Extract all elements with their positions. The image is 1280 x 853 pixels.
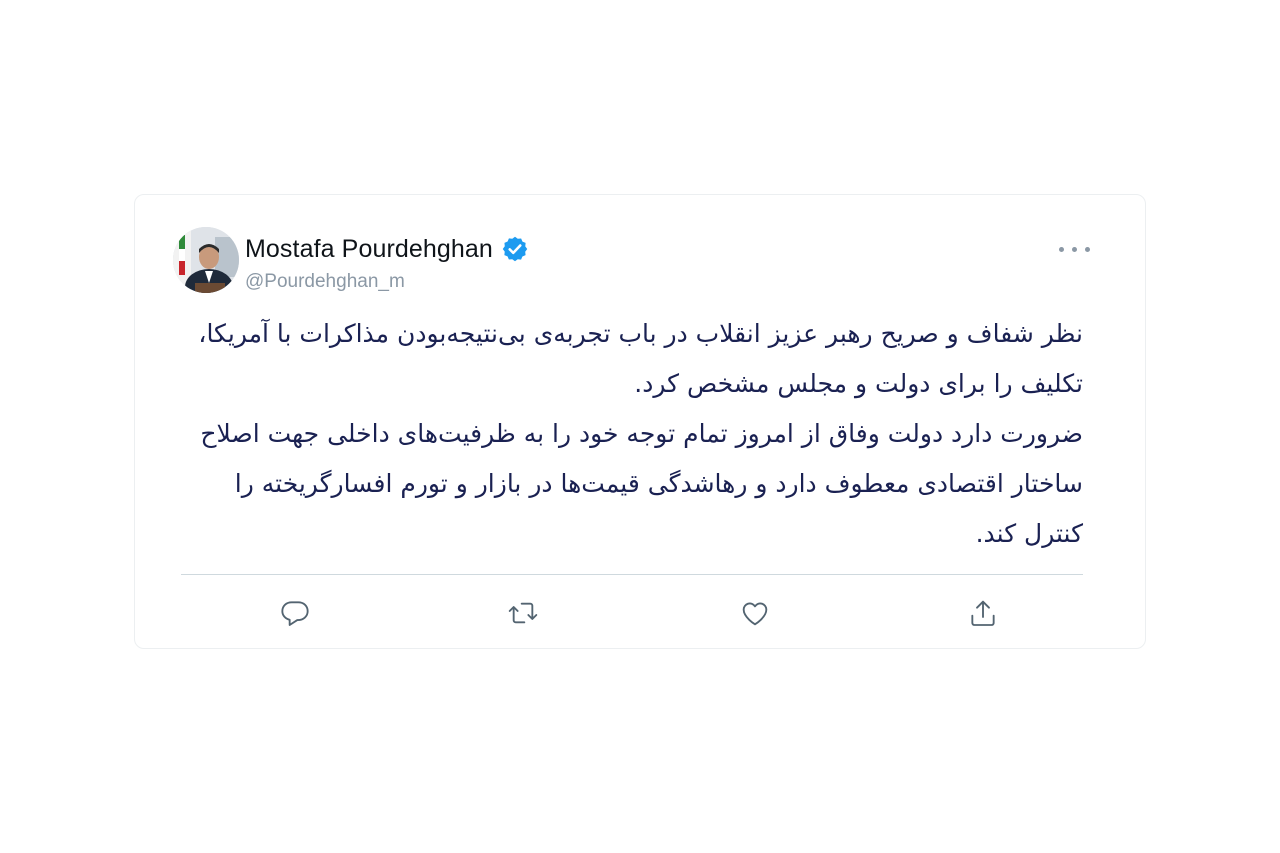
dot — [1059, 247, 1064, 252]
tweet-paragraph: نظر شفاف و صریح رهبر عزیز انقلاب در باب … — [198, 319, 1083, 398]
handle[interactable]: @Pourdehghan_m — [245, 271, 529, 293]
action-bar — [181, 593, 1083, 633]
author-names: Mostafa Pourdehghan @Pourdehghan_m — [245, 233, 529, 293]
retweet-icon — [508, 602, 538, 624]
verified-badge-icon — [501, 235, 529, 263]
heart-icon — [742, 602, 768, 626]
retweet-button[interactable] — [503, 593, 543, 633]
tweet-text: نظر شفاف و صریح رهبر عزیز انقلاب در باب … — [181, 309, 1083, 559]
comment-icon — [281, 601, 309, 626]
share-icon — [971, 600, 995, 626]
more-options-icon[interactable] — [1055, 237, 1095, 261]
divider — [181, 574, 1083, 575]
display-name[interactable]: Mostafa Pourdehghan — [245, 235, 493, 264]
like-button[interactable] — [735, 593, 775, 633]
dot — [1085, 247, 1090, 252]
tweet-card[interactable]: Mostafa Pourdehghan @Pourdehghan_m نظر ش… — [134, 194, 1146, 649]
avatar[interactable] — [173, 227, 239, 293]
dot — [1072, 247, 1077, 252]
share-button[interactable] — [963, 593, 1003, 633]
avatar-photo — [173, 227, 239, 293]
reply-button[interactable] — [275, 593, 315, 633]
tweet-paragraph: ضرورت دارد دولت وفاق از امروز تمام توجه … — [200, 419, 1083, 548]
tweet-header: Mostafa Pourdehghan @Pourdehghan_m — [173, 227, 1095, 293]
